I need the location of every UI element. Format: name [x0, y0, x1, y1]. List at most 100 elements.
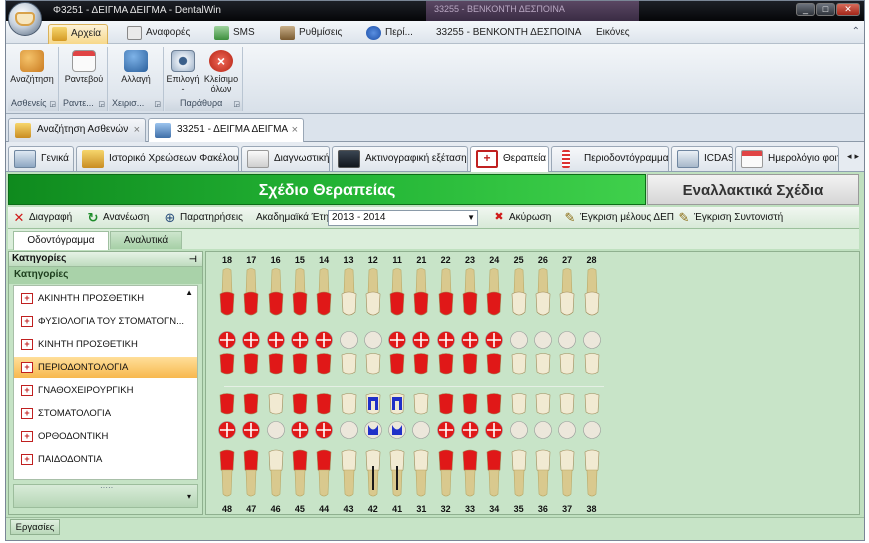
tab-scroll-arrows[interactable]: ◂▸: [847, 151, 862, 162]
lower-tooth-side-view[interactable]: [582, 448, 602, 498]
lower-tooth-occlusal-view[interactable]: [387, 420, 407, 440]
doc-tab-patient[interactable]: 33251 - ΔΕΙΓΜΑ ΔΕΙΓΜΑ ×: [148, 118, 304, 143]
lower-tooth-occlusal-view[interactable]: [314, 420, 334, 440]
pin-icon[interactable]: ⊣: [189, 252, 197, 266]
change-user-button[interactable]: Αλλαγή: [113, 49, 159, 93]
upper-tooth-side-view[interactable]: [387, 268, 407, 318]
lower-tooth-occlusal-view[interactable]: [436, 420, 456, 440]
lower-tooth-side-view[interactable]: [533, 448, 553, 498]
lower-tooth-front-view[interactable]: [436, 392, 456, 416]
refresh-button[interactable]: ↻ Ανανέωση: [86, 210, 150, 226]
upper-tooth-side-view[interactable]: [533, 268, 553, 318]
upper-tooth-front-view[interactable]: [339, 352, 359, 376]
tab-student-diary[interactable]: Ημερολόγιο φοιτ: [735, 146, 839, 171]
upper-tooth-side-view[interactable]: [582, 268, 602, 318]
upper-tooth-occlusal-view[interactable]: [363, 330, 383, 350]
lower-tooth-front-view[interactable]: [387, 392, 407, 416]
upper-tooth-front-view[interactable]: [484, 352, 504, 376]
dialog-launcher-icon[interactable]: ◲: [233, 100, 240, 108]
lower-tooth-front-view[interactable]: [484, 392, 504, 416]
upper-tooth-side-view[interactable]: [460, 268, 480, 318]
lower-tooth-front-view[interactable]: [460, 392, 480, 416]
upper-tooth-occlusal-view[interactable]: [339, 330, 359, 350]
lower-tooth-side-view[interactable]: [241, 448, 261, 498]
upper-tooth-side-view[interactable]: [363, 268, 383, 318]
upper-tooth-occlusal-view[interactable]: [436, 330, 456, 350]
ribbon-collapse-icon[interactable]: ⌃: [852, 26, 860, 37]
upper-tooth-side-view[interactable]: [557, 268, 577, 318]
upper-tooth-side-view[interactable]: [241, 268, 261, 318]
upper-tooth-occlusal-view[interactable]: [557, 330, 577, 350]
upper-tooth-occlusal-view[interactable]: [509, 330, 529, 350]
upper-tooth-side-view[interactable]: [266, 268, 286, 318]
lower-tooth-occlusal-view[interactable]: [241, 420, 261, 440]
tab-odontogram[interactable]: Οδοντόγραμμα: [13, 231, 109, 250]
upper-tooth-side-view[interactable]: [314, 268, 334, 318]
upper-tooth-front-view[interactable]: [217, 352, 237, 376]
notes-button[interactable]: ⊕ Παρατηρήσεις: [163, 210, 243, 226]
lower-tooth-front-view[interactable]: [339, 392, 359, 416]
upper-tooth-occlusal-view[interactable]: [460, 330, 480, 350]
appointments-button[interactable]: Ραντεβού: [61, 49, 107, 93]
dialog-launcher-icon[interactable]: ◲: [49, 100, 56, 108]
category-item[interactable]: + ΚΙΝΗΤΗ ΠΡΟΣΘΕΤΙΚΗ: [14, 334, 197, 355]
upper-tooth-front-view[interactable]: [509, 352, 529, 376]
upper-tooth-occlusal-view[interactable]: [266, 330, 286, 350]
tab-radiographic-exam[interactable]: Ακτινογραφική εξέταση: [332, 146, 468, 171]
lower-tooth-occlusal-view[interactable]: [484, 420, 504, 440]
upper-tooth-occlusal-view[interactable]: [241, 330, 261, 350]
ribbon-tab-about[interactable]: Περί...: [363, 24, 418, 44]
chevron-down-icon[interactable]: ▾: [187, 492, 191, 501]
lower-tooth-front-view[interactable]: [241, 392, 261, 416]
lower-tooth-front-view[interactable]: [509, 392, 529, 416]
tasks-tab[interactable]: Εργασίες: [10, 519, 60, 535]
lower-tooth-side-view[interactable]: [266, 448, 286, 498]
ribbon-tab-patient[interactable]: 33255 - ΒΕΝΚΟΝΤΗ ΔΕΣΠΟΙΝΑ: [414, 24, 581, 44]
close-tab-icon[interactable]: ×: [292, 119, 298, 141]
category-item[interactable]: + ΠΑΙΔΟΔΟΝΤΙΑ: [14, 449, 197, 470]
lower-tooth-side-view[interactable]: [217, 448, 237, 498]
lower-tooth-occlusal-view[interactable]: [266, 420, 286, 440]
upper-tooth-side-view[interactable]: [339, 268, 359, 318]
lower-tooth-occlusal-view[interactable]: [460, 420, 480, 440]
lower-tooth-side-view[interactable]: [436, 448, 456, 498]
upper-tooth-occlusal-view[interactable]: [411, 330, 431, 350]
lower-tooth-side-view[interactable]: [339, 448, 359, 498]
upper-tooth-front-view[interactable]: [266, 352, 286, 376]
lower-tooth-side-view[interactable]: [557, 448, 577, 498]
category-item[interactable]: + ΟΡΘΟΔΟΝΤΙΚΗ: [14, 426, 197, 447]
lower-tooth-front-view[interactable]: [266, 392, 286, 416]
upper-tooth-front-view[interactable]: [290, 352, 310, 376]
lower-tooth-side-view[interactable]: [411, 448, 431, 498]
category-item[interactable]: + ΠΕΡΙΟΔΟΝΤΟΛΟΓΙΑ: [14, 357, 197, 378]
upper-tooth-side-view[interactable]: [436, 268, 456, 318]
upper-tooth-front-view[interactable]: [557, 352, 577, 376]
upper-tooth-occlusal-view[interactable]: [387, 330, 407, 350]
ribbon-tab-sms[interactable]: SMS: [211, 24, 261, 44]
approve-member-button[interactable]: ✎ Έγκριση μέλους ΔΕΠ: [563, 210, 674, 226]
category-item[interactable]: + ΦΥΣΙΟΛΟΓΙΑ ΤΟΥ ΣΤΟΜΑΤΟΓΝ...: [14, 311, 197, 332]
close-all-button[interactable]: × Κλείσιμο όλων: [201, 49, 241, 94]
category-item[interactable]: + ΣΤΟΜΑΤΟΛΟΓΙΑ: [14, 403, 197, 424]
dialog-launcher-icon[interactable]: ◲: [154, 100, 161, 108]
upper-tooth-front-view[interactable]: [460, 352, 480, 376]
lower-tooth-occlusal-view[interactable]: [533, 420, 553, 440]
close-tab-icon[interactable]: ×: [134, 119, 140, 141]
delete-button[interactable]: ✕ Διαγραφή: [12, 210, 73, 226]
scroll-up-icon[interactable]: ▲: [185, 288, 193, 297]
upper-tooth-side-view[interactable]: [509, 268, 529, 318]
lower-tooth-occlusal-view[interactable]: [363, 420, 383, 440]
lower-tooth-side-view[interactable]: [363, 448, 383, 498]
lower-tooth-occlusal-view[interactable]: [557, 420, 577, 440]
upper-tooth-occlusal-view[interactable]: [484, 330, 504, 350]
lower-tooth-front-view[interactable]: [557, 392, 577, 416]
lower-tooth-front-view[interactable]: [411, 392, 431, 416]
cancel-button[interactable]: ✖ Ακύρωση: [492, 210, 551, 226]
category-item[interactable]: + ΓΝΑΘΟΧΕΙΡΟΥΡΓΙΚΗ: [14, 380, 197, 401]
upper-tooth-front-view[interactable]: [436, 352, 456, 376]
lower-tooth-front-view[interactable]: [314, 392, 334, 416]
upper-tooth-front-view[interactable]: [241, 352, 261, 376]
ribbon-tab-files[interactable]: Αρχεία: [48, 24, 108, 44]
ribbon-tab-settings[interactable]: Ρυθμίσεις: [277, 24, 347, 44]
tab-icdas[interactable]: ICDAS: [671, 146, 733, 171]
